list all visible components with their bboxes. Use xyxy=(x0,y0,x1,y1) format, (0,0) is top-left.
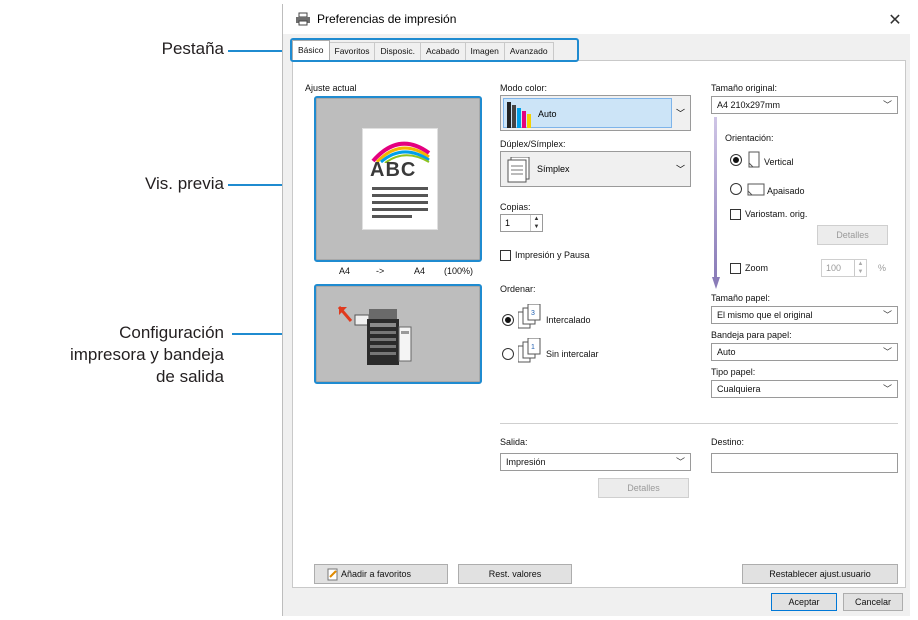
variostam-checkbox[interactable] xyxy=(730,209,741,220)
size-arrow: -> xyxy=(376,266,385,276)
size-to: A4 xyxy=(414,266,426,276)
duplex-select[interactable]: Símplex ﹀ xyxy=(500,151,691,187)
simplex-icon xyxy=(507,157,530,183)
add-favorite-icon xyxy=(327,568,338,581)
bandeja-select[interactable]: Auto ﹀ xyxy=(711,343,898,361)
tipo-papel-label: Tipo papel: xyxy=(711,367,756,377)
detalles-orig-button[interactable]: Detalles xyxy=(817,225,888,245)
print-preferences-dialog: Preferencias de impresión ✕ Básico Favor… xyxy=(282,4,910,616)
copias-value: 1 xyxy=(505,218,511,228)
preview-highlight xyxy=(314,96,482,262)
restablecer-usuario-button[interactable]: Restablecer ajust.usuario xyxy=(742,564,898,584)
chevron-down-icon: ﹀ xyxy=(675,108,685,119)
aceptar-button[interactable]: Aceptar xyxy=(771,593,837,611)
intercalado-radio[interactable] xyxy=(502,314,514,326)
sin-intercalar-radio[interactable] xyxy=(502,348,514,360)
callout-config-line2: impresora y bandeja xyxy=(69,345,224,364)
chevron-down-icon: ﹀ xyxy=(675,457,685,467)
tamano-original-select[interactable]: A4 210x297mm ﹀ xyxy=(711,96,898,114)
spinner-arrows-icon[interactable]: ▲ ▼ xyxy=(530,215,542,231)
destino-field[interactable] xyxy=(711,453,898,473)
duplex-value: Símplex xyxy=(537,164,570,174)
ajuste-actual-label: Ajuste actual xyxy=(305,83,357,93)
copias-label: Copias: xyxy=(500,202,531,212)
intercalado-label: Intercalado xyxy=(546,315,591,325)
tamano-papel-label: Tamaño papel: xyxy=(711,293,771,303)
zoom-value: 100 xyxy=(826,263,842,273)
zoom-label: Zoom xyxy=(745,263,769,273)
copias-spinner[interactable]: 1 ▲ ▼ xyxy=(500,214,543,232)
basic-tab-panel: Ajuste actual ABC A4 -> A4 (100%) Modo c… xyxy=(292,60,906,588)
callout-config-line1: Configuración xyxy=(119,323,224,342)
detalles-salida-button[interactable]: Detalles xyxy=(598,478,689,498)
title-bar: Preferencias de impresión ✕ xyxy=(283,4,910,34)
vertical-radio[interactable] xyxy=(730,154,742,166)
svg-text:3: 3 xyxy=(531,310,535,317)
chevron-down-icon: ﹀ xyxy=(882,310,892,320)
impresion-pausa-label: Impresión y Pausa xyxy=(515,250,590,260)
variostam-label: Variostam. orig. xyxy=(745,209,808,219)
apaisado-radio[interactable] xyxy=(730,183,742,195)
orientacion-label: Orientación: xyxy=(725,133,774,143)
ordenar-label: Ordenar: xyxy=(500,284,536,294)
modo-color-value-box: Auto xyxy=(503,98,672,128)
duplex-value-box: Símplex xyxy=(503,154,672,184)
zoom-checkbox[interactable] xyxy=(730,263,741,274)
window-title: Preferencias de impresión xyxy=(317,12,457,26)
anadir-favoritos-label: Añadir a favoritos xyxy=(341,569,412,579)
cancelar-button[interactable]: Cancelar xyxy=(843,593,903,611)
spinner-arrows-icon[interactable]: ▲ ▼ xyxy=(854,260,866,276)
tab-basico[interactable]: Básico xyxy=(292,40,330,60)
tamano-original-value: A4 210x297mm xyxy=(717,100,781,110)
callout-configuracion: Configuración impresora y bandeja de sal… xyxy=(0,322,224,388)
bandeja-value: Auto xyxy=(717,347,736,357)
separator xyxy=(500,423,898,424)
callout-pestana-line xyxy=(228,47,293,55)
tamano-original-label: Tamaño original: xyxy=(711,83,778,93)
chevron-down-icon: ﹀ xyxy=(675,164,685,175)
modo-color-label: Modo color: xyxy=(500,83,548,93)
salida-select[interactable]: Impresión ﹀ xyxy=(500,453,691,471)
destino-label: Destino: xyxy=(711,437,745,447)
salida-label: Salida: xyxy=(500,437,528,447)
callout-config-line3: de salida xyxy=(155,367,224,386)
tamano-papel-value: El mismo que el original xyxy=(717,310,813,320)
svg-text:1: 1 xyxy=(531,344,535,351)
landscape-icon xyxy=(747,183,765,196)
close-icon[interactable]: ✕ xyxy=(886,10,904,30)
printer-icon xyxy=(296,12,310,26)
tipo-papel-select[interactable]: Cualquiera ﹀ xyxy=(711,380,898,398)
chevron-down-icon: ﹀ xyxy=(882,384,892,394)
callout-pestana: Pestaña xyxy=(161,39,224,58)
vertical-label: Vertical xyxy=(764,157,794,167)
anadir-favoritos-button[interactable]: Añadir a favoritos xyxy=(314,564,448,584)
arrow-down-icon xyxy=(712,117,720,289)
zoom-unit: % xyxy=(878,263,887,273)
tab-strip-highlight xyxy=(290,38,579,62)
size-percent: (100%) xyxy=(444,266,474,276)
modo-color-value: Auto xyxy=(538,109,557,119)
portrait-icon xyxy=(748,151,760,168)
printer-output-highlight xyxy=(314,284,482,384)
collated-icon: 3 xyxy=(518,304,541,329)
chevron-down-icon: ﹀ xyxy=(882,347,892,357)
salida-value: Impresión xyxy=(506,457,546,467)
callout-vis-previa: Vis. previa xyxy=(144,174,224,193)
size-from: A4 xyxy=(339,266,351,276)
modo-color-select[interactable]: Auto ﹀ xyxy=(500,95,691,131)
sin-intercalar-label: Sin intercalar xyxy=(546,349,599,359)
apaisado-label: Apaisado xyxy=(767,186,805,196)
uncollated-icon: 1 xyxy=(518,338,541,363)
zoom-spinner[interactable]: 100 ▲ ▼ xyxy=(821,259,867,277)
bandeja-label: Bandeja para papel: xyxy=(711,330,792,340)
chevron-down-icon: ﹀ xyxy=(882,100,892,110)
color-mode-icon xyxy=(507,102,531,128)
tamano-papel-select[interactable]: El mismo que el original ﹀ xyxy=(711,306,898,324)
duplex-label: Dúplex/Símplex: xyxy=(500,139,566,149)
rest-valores-button[interactable]: Rest. valores xyxy=(458,564,572,584)
impresion-pausa-checkbox[interactable] xyxy=(500,250,511,261)
tipo-papel-value: Cualquiera xyxy=(717,384,761,394)
